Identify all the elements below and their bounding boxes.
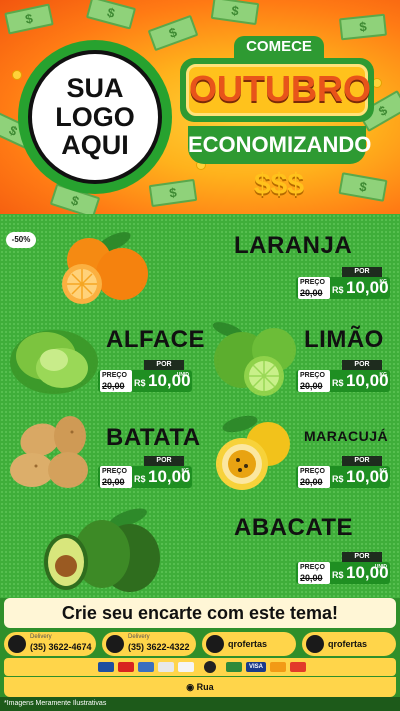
price-por-label: POR bbox=[144, 360, 184, 370]
currency-label: R$ bbox=[134, 474, 146, 484]
contact-value: (35) 3622-4674 bbox=[30, 642, 92, 652]
pix-icon bbox=[158, 662, 174, 672]
contact-instagram[interactable]: qrofertas bbox=[302, 632, 396, 656]
price-por-label: POR bbox=[342, 360, 382, 370]
price-unit: UNID bbox=[374, 564, 387, 570]
currency-label: R$ bbox=[332, 474, 344, 484]
old-price: 20,00 bbox=[300, 477, 323, 487]
potato-image bbox=[10, 416, 88, 488]
address-text: Rua bbox=[196, 682, 214, 692]
logo-text-line: AQUI bbox=[61, 130, 129, 161]
create-flyer-banner[interactable]: Crie seu encarte com este tema! bbox=[4, 598, 396, 628]
product-name-alface: ALFACE bbox=[106, 326, 205, 353]
money-bill-decoration bbox=[210, 0, 260, 26]
price-unit: UNID bbox=[176, 372, 189, 378]
promo-title-block: COMECE OUTUBRO ECONOMIZANDO $$$ bbox=[180, 30, 376, 210]
location-pin-icon: ◉ bbox=[186, 682, 195, 692]
price-por-label: POR bbox=[144, 456, 184, 466]
card-icon bbox=[118, 662, 134, 672]
price-preco-label: PREÇO bbox=[300, 279, 325, 286]
dollar-signs: $$$ bbox=[253, 168, 305, 201]
product-name-abacate: ABACATE bbox=[234, 514, 354, 541]
card-icon bbox=[290, 662, 306, 672]
promo-subtitle: ECONOMIZANDO bbox=[188, 132, 372, 157]
disclaimer-text: *Imagens Meramente Ilustrativas bbox=[0, 697, 400, 711]
contact-phone[interactable]: Delivery (35) 3622-4322 bbox=[102, 632, 196, 656]
currency-label: R$ bbox=[332, 378, 344, 388]
price-unit: KG bbox=[379, 468, 388, 474]
product-name-batata: BATATA bbox=[106, 424, 201, 451]
price-preco-label: PREÇO bbox=[102, 372, 127, 379]
price-unit: KG bbox=[379, 279, 388, 285]
whatsapp-icon bbox=[8, 635, 26, 653]
old-price: 20,00 bbox=[300, 381, 323, 391]
price-unit: KG bbox=[181, 468, 190, 474]
contact-label: Delivery bbox=[30, 634, 52, 640]
promo-top-text: COMECE bbox=[234, 36, 324, 58]
card-icon bbox=[138, 662, 154, 672]
product-name-maracuja: MARACUJÁ bbox=[304, 428, 389, 444]
price-por-label: POR bbox=[342, 456, 382, 466]
promo-header: SUA LOGO AQUI COMECE OUTUBRO ECONOMIZAND… bbox=[0, 0, 400, 214]
avocado-image bbox=[44, 508, 160, 592]
mastercard-icon bbox=[270, 662, 286, 672]
coin-decoration bbox=[12, 70, 22, 80]
address-bar: ◉ Rua bbox=[4, 677, 396, 697]
money-bill-decoration bbox=[85, 0, 137, 30]
price-tag-abacate: POR PREÇO 20,00 R$ 10,00 UNID bbox=[296, 552, 390, 584]
contact-whatsapp[interactable]: Delivery (35) 3622-4674 bbox=[4, 632, 96, 656]
logo-text-line: LOGO bbox=[55, 101, 135, 132]
card-icon bbox=[98, 662, 114, 672]
old-price: 20,00 bbox=[102, 477, 125, 487]
contact-value: (35) 3622-4322 bbox=[128, 642, 190, 652]
money-bill-decoration bbox=[4, 3, 54, 35]
price-tag-batata: POR PREÇO 20,00 R$ 10,00 KG bbox=[98, 456, 192, 488]
contact-facebook[interactable]: qrofertas bbox=[202, 632, 296, 656]
card-icon bbox=[204, 661, 216, 673]
contact-value: qrofertas bbox=[328, 639, 368, 649]
logo-text-line: SUA bbox=[66, 73, 124, 104]
lettuce-image bbox=[10, 330, 98, 394]
facebook-icon bbox=[206, 635, 224, 653]
phone-icon bbox=[106, 635, 124, 653]
currency-label: R$ bbox=[332, 285, 344, 295]
currency-label: R$ bbox=[134, 378, 146, 388]
orange-image bbox=[62, 232, 148, 304]
discount-badge: -50% bbox=[6, 232, 36, 248]
price-tag-limao: POR PREÇO 20,00 R$ 10,00 KG bbox=[296, 360, 390, 392]
card-icon bbox=[226, 662, 242, 672]
price-tag-alface: POR PREÇO 20,00 R$ 10,00 UNID bbox=[98, 360, 192, 392]
old-price: 20,00 bbox=[102, 381, 125, 391]
lime-image bbox=[212, 322, 296, 396]
contact-label: Delivery bbox=[128, 634, 150, 640]
currency-label: R$ bbox=[332, 570, 344, 580]
price-preco-label: PREÇO bbox=[300, 372, 325, 379]
price-por-label: POR bbox=[342, 267, 382, 277]
price-tag-maracuja: POR PREÇO 20,00 R$ 10,00 KG bbox=[296, 456, 390, 488]
old-price: 20,00 bbox=[300, 573, 323, 583]
payment-methods: VISA bbox=[4, 658, 396, 676]
contact-value: qrofertas bbox=[228, 639, 268, 649]
price-preco-label: PREÇO bbox=[300, 564, 325, 571]
price-por-label: POR bbox=[342, 552, 382, 562]
passion-fruit-image bbox=[216, 415, 290, 490]
price-preco-label: PREÇO bbox=[300, 468, 325, 475]
promo-month-title: OUTUBRO bbox=[186, 64, 371, 116]
product-name-laranja: LARANJA bbox=[234, 232, 353, 259]
old-price: 20,00 bbox=[300, 288, 323, 298]
logo-placeholder: SUA LOGO AQUI bbox=[18, 40, 172, 194]
visa-icon: VISA bbox=[246, 662, 266, 672]
price-unit: KG bbox=[379, 372, 388, 378]
product-name-limao: LIMÃO bbox=[304, 326, 384, 353]
contact-bar: Delivery (35) 3622-4674 Delivery (35) 36… bbox=[0, 630, 400, 658]
card-icon bbox=[178, 662, 194, 672]
instagram-icon bbox=[306, 635, 324, 653]
price-tag-laranja: POR PREÇO 20,00 R$ 10,00 KG bbox=[296, 267, 390, 299]
price-preco-label: PREÇO bbox=[102, 468, 127, 475]
